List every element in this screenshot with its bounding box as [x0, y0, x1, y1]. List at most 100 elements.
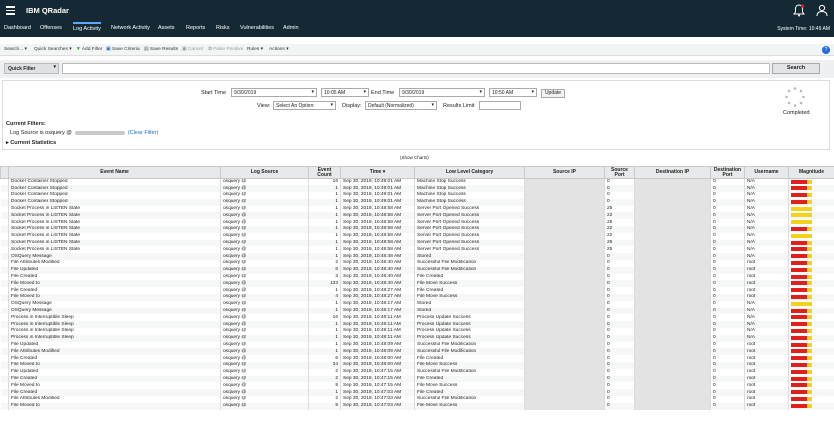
table-row[interactable]: Socket Process in LISTEN State osquery @1… — [0, 239, 834, 247]
row-select-cell[interactable] — [0, 219, 9, 227]
row-select-cell[interactable] — [0, 341, 9, 349]
table-row[interactable]: Docker Container Stopped osquery @1 Sep 30… — [0, 192, 834, 199]
table-row[interactable]: File Moved to osquery @9 Sep 30, 2019, 10:… — [0, 382, 834, 390]
cancel-button[interactable]: ▣ Cancel — [182, 47, 203, 52]
table-row[interactable]: File Created osquery @1 Sep 30, 2019, 10:4… — [0, 389, 834, 396]
table-row[interactable]: Process in Interruptible Sleep osquery @1… — [0, 334, 834, 342]
row-select-cell[interactable] — [0, 334, 9, 342]
row-select-cell[interactable] — [0, 239, 9, 247]
row-select-cell[interactable] — [0, 328, 9, 335]
row-select-cell[interactable] — [0, 266, 9, 274]
row-select-cell[interactable] — [0, 212, 9, 220]
user-profile-icon[interactable] — [816, 4, 828, 17]
current-statistics-toggle[interactable]: ▸ Current Statistics — [6, 140, 56, 146]
column-header[interactable]: Time ▾ — [340, 166, 415, 179]
table-row[interactable]: Docker Container Stopped osquery @16 Sep 3… — [0, 178, 834, 186]
table-row[interactable]: File Created osquery @1 Sep 30, 2019, 10:4… — [0, 287, 834, 295]
table-row[interactable]: File Updated osquery @2 Sep 30, 2019, 10:4… — [0, 368, 834, 376]
table-row[interactable]: File Created osquery @6 Sep 30, 2019, 10:4… — [0, 355, 834, 363]
row-select-cell[interactable] — [0, 321, 9, 329]
table-row[interactable]: OSQuery Message osquery @1 Sep 30, 2019, 1… — [0, 300, 834, 308]
table-row[interactable]: File Attributes Modified osquery @2 Sep 30… — [0, 396, 834, 403]
column-header[interactable]: Source Port — [604, 166, 635, 179]
row-select-cell[interactable] — [0, 368, 9, 376]
table-row[interactable]: Docker Container Stopped osquery @1 Sep 30… — [0, 198, 834, 206]
column-header[interactable]: Log Source — [220, 166, 309, 179]
table-row[interactable]: Socket Process in LISTEN State osquery @1… — [0, 212, 834, 220]
row-select-cell[interactable] — [0, 246, 9, 254]
table-row[interactable]: Socket Process in LISTEN State osquery @1… — [0, 246, 834, 254]
update-button[interactable]: Update — [541, 89, 565, 98]
clear-filter-link[interactable]: (Clear Filter) — [128, 130, 159, 136]
tab-assets[interactable]: Assets — [158, 25, 175, 31]
table-row[interactable]: File Attributes Modified osquery @2 Sep 30… — [0, 260, 834, 267]
tab-admin[interactable]: Admin — [283, 25, 299, 31]
row-select-cell[interactable] — [0, 362, 9, 369]
table-row[interactable]: Socket Process in LISTEN State osquery @1… — [0, 205, 834, 213]
column-header[interactable]: Magnitude — [788, 166, 834, 179]
row-select-cell[interactable] — [0, 300, 9, 308]
table-row[interactable]: File Updated osquery @6 Sep 30, 2019, 10:4… — [0, 266, 834, 274]
display-select[interactable]: Default (Normalized) — [365, 101, 437, 110]
tab-vulnerabilities[interactable]: Vulnerabilities — [240, 25, 274, 31]
column-header[interactable]: Source IP — [524, 166, 605, 179]
tab-risks[interactable]: Risks — [216, 25, 229, 31]
column-header[interactable]: Event Count — [308, 166, 341, 179]
row-select-cell[interactable] — [0, 396, 9, 403]
row-select-cell[interactable] — [0, 260, 9, 267]
row-select-cell[interactable] — [0, 294, 9, 301]
table-row[interactable]: Socket Process in LISTEN State osquery @1… — [0, 232, 834, 240]
column-header[interactable]: Low Level Category — [414, 166, 525, 179]
column-header[interactable]: Username — [744, 166, 789, 179]
table-row[interactable]: Socket Process in LISTEN State osquery @1… — [0, 219, 834, 227]
table-row[interactable]: Process in Interruptible Sleep osquery @1… — [0, 328, 834, 335]
row-select-cell[interactable] — [0, 402, 9, 410]
rules-menu[interactable]: Rules ▾ — [247, 47, 263, 52]
row-select-cell[interactable] — [0, 185, 9, 193]
save-criteria-button[interactable]: ▣ Save Criteria — [106, 47, 140, 52]
search-button[interactable]: Search — [772, 63, 820, 74]
quick-filter-input[interactable] — [62, 63, 770, 74]
table-row[interactable]: OSQuery Message osquery @1 Sep 30, 2019, 1… — [0, 307, 834, 315]
view-select[interactable]: Select An Option: — [273, 101, 336, 110]
row-select-cell[interactable] — [0, 253, 9, 261]
row-select-cell[interactable] — [0, 307, 9, 315]
tab-network-activity[interactable]: Network Activity — [111, 25, 150, 31]
table-row[interactable]: File Moved to osquery @34 Sep 30, 2019, 10… — [0, 362, 834, 369]
tab-dashboard[interactable]: Dashboard — [4, 25, 31, 31]
column-header[interactable]: Event Name — [8, 166, 221, 179]
table-row[interactable]: File Moved to osquery @4 Sep 30, 2019, 10:… — [0, 294, 834, 301]
start-time-field[interactable]: 10:05 AM — [321, 88, 369, 97]
row-select-cell[interactable] — [0, 287, 9, 295]
end-date-field[interactable]: 9/30/2019 — [399, 88, 485, 97]
row-select-cell[interactable] — [0, 355, 9, 363]
row-select-cell[interactable] — [0, 375, 9, 383]
column-header[interactable]: Destination IP — [634, 166, 711, 179]
tab-log-activity[interactable]: Log Activity — [73, 22, 101, 32]
table-row[interactable]: Docker Container Stopped osquery @1 Sep 30… — [0, 185, 834, 193]
table-row[interactable]: File Moved to osquery @5 Sep 30, 2019, 10:… — [0, 402, 834, 410]
false-positive-button[interactable]: ✿ False Positive — [208, 47, 243, 52]
search-menu[interactable]: Search... ▾ — [4, 47, 27, 52]
quick-filter-select[interactable]: Quick Filter — [4, 63, 59, 74]
row-select-cell[interactable] — [0, 348, 9, 356]
row-select-cell[interactable] — [0, 226, 9, 233]
add-filter-button[interactable]: ▼ Add Filter — [76, 47, 102, 52]
help-icon[interactable]: ? — [822, 46, 830, 54]
menu-icon[interactable] — [6, 6, 15, 15]
row-select-cell[interactable] — [0, 192, 9, 199]
table-row[interactable]: Process in Interruptible Sleep osquery @1… — [0, 314, 834, 322]
row-select-cell[interactable] — [0, 314, 9, 322]
table-row[interactable]: Process in Interruptible Sleep osquery @1… — [0, 321, 834, 329]
show-charts-link[interactable]: (Show Charts) — [400, 155, 429, 160]
row-select-cell[interactable] — [0, 382, 9, 390]
table-row[interactable]: File Created osquery @2 Sep 30, 2019, 10:4… — [0, 375, 834, 383]
row-select-cell[interactable] — [0, 198, 9, 206]
row-select-cell[interactable] — [0, 280, 9, 288]
table-row[interactable]: File Moved to osquery @133 Sep 30, 2019, 1… — [0, 280, 834, 288]
row-select-cell[interactable] — [0, 232, 9, 240]
tab-offenses[interactable]: Offenses — [40, 25, 62, 31]
notification-bell-icon[interactable] — [793, 4, 805, 17]
column-header[interactable]: Destination Port — [710, 166, 745, 179]
start-date-field[interactable]: 9/30/2019 — [231, 88, 317, 97]
